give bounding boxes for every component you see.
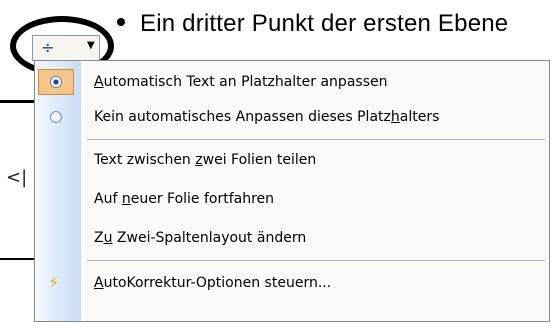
menu-item-label: Auf neuer Folie fortfahren [94, 191, 275, 207]
menu-item-label: Kein automatisches Anpassen dieses Platz… [94, 109, 440, 125]
dropdown-arrow-icon: ▼ [87, 40, 95, 51]
menu-item-label: Text zwischen zwei Folien teilen [94, 152, 317, 168]
menu-item-split-text[interactable]: Text zwischen zwei Folien teilen [35, 143, 549, 177]
lightning-bolt-icon: ⚡ [48, 273, 60, 292]
bullet-marker [117, 18, 125, 26]
radio-unchecked-icon [50, 111, 62, 123]
slide-bullet-text[interactable]: Ein dritter Punkt der ersten Ebene [140, 10, 508, 38]
menu-item-label: AutoKorrektur-Optionen steuern... [94, 275, 332, 291]
autofit-options-icon: ÷ [41, 38, 55, 57]
autofit-options-menu: Automatisch Text an Platzhalter anpassen… [34, 60, 550, 322]
menu-item-stop-autofit[interactable]: Kein automatisches Anpassen dieses Platz… [35, 100, 549, 134]
menu-separator [87, 260, 545, 261]
menu-item-autofit-text[interactable]: Automatisch Text an Platzhalter anpassen [35, 65, 549, 99]
radio-checked-icon [50, 76, 62, 88]
autofit-options-button[interactable]: ÷ ▼ [32, 35, 100, 61]
menu-separator [87, 139, 545, 140]
menu-item-continue-new-slide[interactable]: Auf neuer Folie fortfahren [35, 182, 549, 216]
menu-item-label: Zu Zwei-Spaltenlayout ändern [94, 230, 307, 246]
menu-item-two-column-layout[interactable]: Zu Zwei-Spaltenlayout ändern [35, 221, 549, 255]
menu-item-label: Automatisch Text an Platzhalter anpassen [94, 74, 388, 90]
menu-item-autocorrect-options[interactable]: ⚡ AutoKorrektur-Optionen steuern... [35, 266, 549, 300]
slide-edge-mark: <| [6, 167, 28, 188]
